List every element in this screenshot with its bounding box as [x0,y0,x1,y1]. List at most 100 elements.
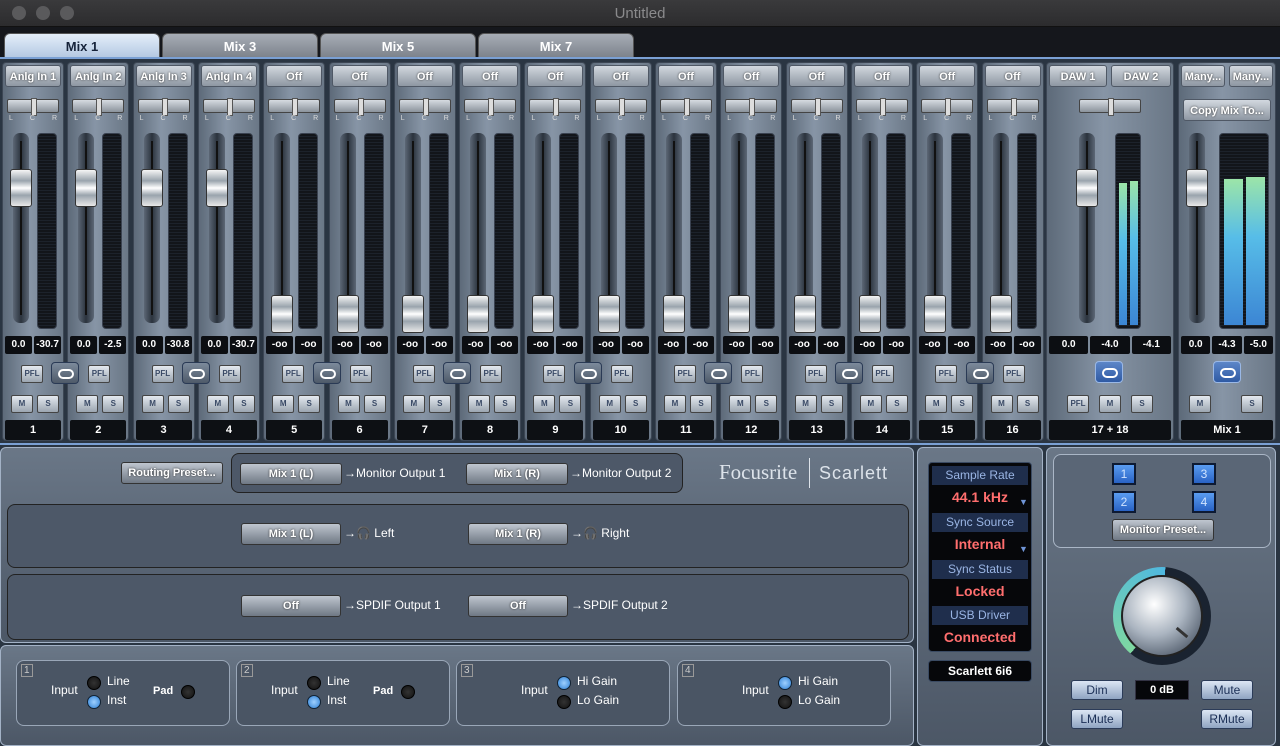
channel-7-pan-slider[interactable] [398,98,451,116]
channel-3-source[interactable]: Anlg In 3 [135,65,192,87]
channel-15-source[interactable]: Off [919,65,976,87]
input-3-lo-gain-radio[interactable] [557,695,571,709]
speaker-2-button[interactable]: 2 [1112,491,1136,513]
mix-output-dest-2[interactable]: Many... [1229,65,1273,87]
channel-16-fader[interactable] [989,133,1012,333]
mix-output-solo-button[interactable]: S [1241,395,1263,413]
channel-5-6-stereo-link-button[interactable] [312,362,341,384]
channel-8-fader-thumb[interactable] [467,295,490,333]
channel-9-fader-thumb[interactable] [532,295,555,333]
channel-7-8-stereo-link-button[interactable] [443,362,472,384]
channel-10-fader[interactable] [597,133,620,333]
sync-source-dropdown-icon[interactable]: ▼ [1019,544,1028,554]
channel-3-pan-slider[interactable] [137,98,190,116]
channel-13-solo-button[interactable]: S [820,395,843,413]
channel-4-solo-button[interactable]: S [232,395,255,413]
tab-mix-1[interactable]: Mix 1 [4,33,160,58]
daw-stereo-link-button[interactable] [1095,361,1123,383]
channel-16-pfl-button[interactable]: PFL [1002,365,1025,383]
channel-9-source[interactable]: Off [527,65,584,87]
channel-12-mute-button[interactable]: M [729,395,752,413]
channel-5-pfl-button[interactable]: PFL [282,365,305,383]
channel-1-pfl-button[interactable]: PFL [21,365,43,383]
copy-mix-button[interactable]: Copy Mix To... [1183,99,1271,121]
master-volume-knob[interactable] [1121,575,1203,657]
channel-15-mute-button[interactable]: M [925,395,948,413]
channel-9-pan-slider[interactable] [529,98,582,116]
input-1-line-radio[interactable] [87,676,101,690]
spdif-output-2-source[interactable]: Off [468,595,568,617]
channel-4-source[interactable]: Anlg In 4 [200,65,257,87]
channel-15-pfl-button[interactable]: PFL [935,365,958,383]
channel-10-pan-slider[interactable] [594,98,647,116]
channel-2-pan-slider[interactable] [72,98,125,116]
channel-10-mute-button[interactable]: M [598,395,621,413]
tab-mix-7[interactable]: Mix 7 [478,33,634,58]
channel-14-fader-thumb[interactable] [858,295,881,333]
daw-source-2[interactable]: DAW 2 [1111,65,1171,87]
daw-fader-thumb[interactable] [1076,169,1098,207]
channel-1-mute-button[interactable]: M [11,395,33,413]
channel-3-solo-button[interactable]: S [167,395,190,413]
monitor-preset-button[interactable]: Monitor Preset... [1112,519,1214,541]
channel-9-pfl-button[interactable]: PFL [543,365,566,383]
channel-13-mute-button[interactable]: M [794,395,817,413]
channel-15-fader-thumb[interactable] [924,295,947,333]
channel-16-solo-button[interactable]: S [1016,395,1039,413]
sample-rate-dropdown-icon[interactable]: ▼ [1019,497,1028,507]
channel-16-fader-thumb[interactable] [989,295,1012,333]
channel-6-mute-button[interactable]: M [337,395,360,413]
channel-7-source[interactable]: Off [396,65,453,87]
channel-11-fader[interactable] [663,133,685,333]
channel-2-solo-button[interactable]: S [102,395,125,413]
daw-fader[interactable] [1076,133,1098,323]
input-1-pad-toggle[interactable] [181,685,195,699]
channel-12-pan-slider[interactable] [725,98,778,116]
speaker-4-button[interactable]: 4 [1192,491,1216,513]
mix-output-link-button[interactable] [1213,361,1241,383]
channel-6-fader[interactable] [336,133,359,333]
lmute-button[interactable]: LMute [1071,709,1123,729]
channel-10-pfl-button[interactable]: PFL [610,365,633,383]
channel-5-solo-button[interactable]: S [298,395,321,413]
channel-8-pan-slider[interactable] [464,98,517,116]
channel-13-fader[interactable] [793,133,816,333]
channel-10-source[interactable]: Off [592,65,649,87]
mix-output-mute-button[interactable]: M [1189,395,1211,413]
channel-12-source[interactable]: Off [723,65,780,87]
daw-pan-slider[interactable] [1079,98,1141,116]
channel-15-16-stereo-link-button[interactable] [965,362,994,384]
channel-4-fader-thumb[interactable] [205,169,228,207]
headphone-left-source[interactable]: Mix 1 (L) [241,523,341,545]
dim-button[interactable]: Dim [1071,680,1123,700]
channel-2-source[interactable]: Anlg In 2 [70,65,127,87]
speaker-1-button[interactable]: 1 [1112,463,1136,485]
channel-1-fader[interactable] [10,133,32,323]
channel-9-fader[interactable] [532,133,555,333]
channel-16-source[interactable]: Off [984,65,1041,87]
channel-11-pfl-button[interactable]: PFL [674,365,696,383]
channel-11-12-stereo-link-button[interactable] [704,362,733,384]
channel-15-pan-slider[interactable] [921,98,974,116]
channel-11-mute-button[interactable]: M [664,395,686,413]
channel-12-fader[interactable] [728,133,751,333]
daw-pfl-button[interactable]: PFL [1067,395,1089,413]
channel-5-mute-button[interactable]: M [272,395,295,413]
mix-output-fader-thumb[interactable] [1186,169,1208,207]
sync-source-value[interactable]: Internal [929,536,1031,552]
channel-8-solo-button[interactable]: S [494,395,517,413]
channel-14-fader[interactable] [858,133,881,333]
channel-11-source[interactable]: Off [658,65,714,87]
mix-output-dest-1[interactable]: Many... [1181,65,1225,87]
sample-rate-value[interactable]: 44.1 kHz [929,489,1031,505]
channel-6-fader-thumb[interactable] [336,295,359,333]
channel-14-source[interactable]: Off [853,65,910,87]
channel-12-fader-thumb[interactable] [728,295,751,333]
channel-7-mute-button[interactable]: M [402,395,425,413]
channel-6-pan-slider[interactable] [333,98,386,116]
channel-14-mute-button[interactable]: M [859,395,882,413]
channel-4-mute-button[interactable]: M [206,395,229,413]
mute-button[interactable]: Mute [1201,680,1253,700]
channel-5-fader-thumb[interactable] [271,295,294,333]
channel-1-solo-button[interactable]: S [37,395,59,413]
